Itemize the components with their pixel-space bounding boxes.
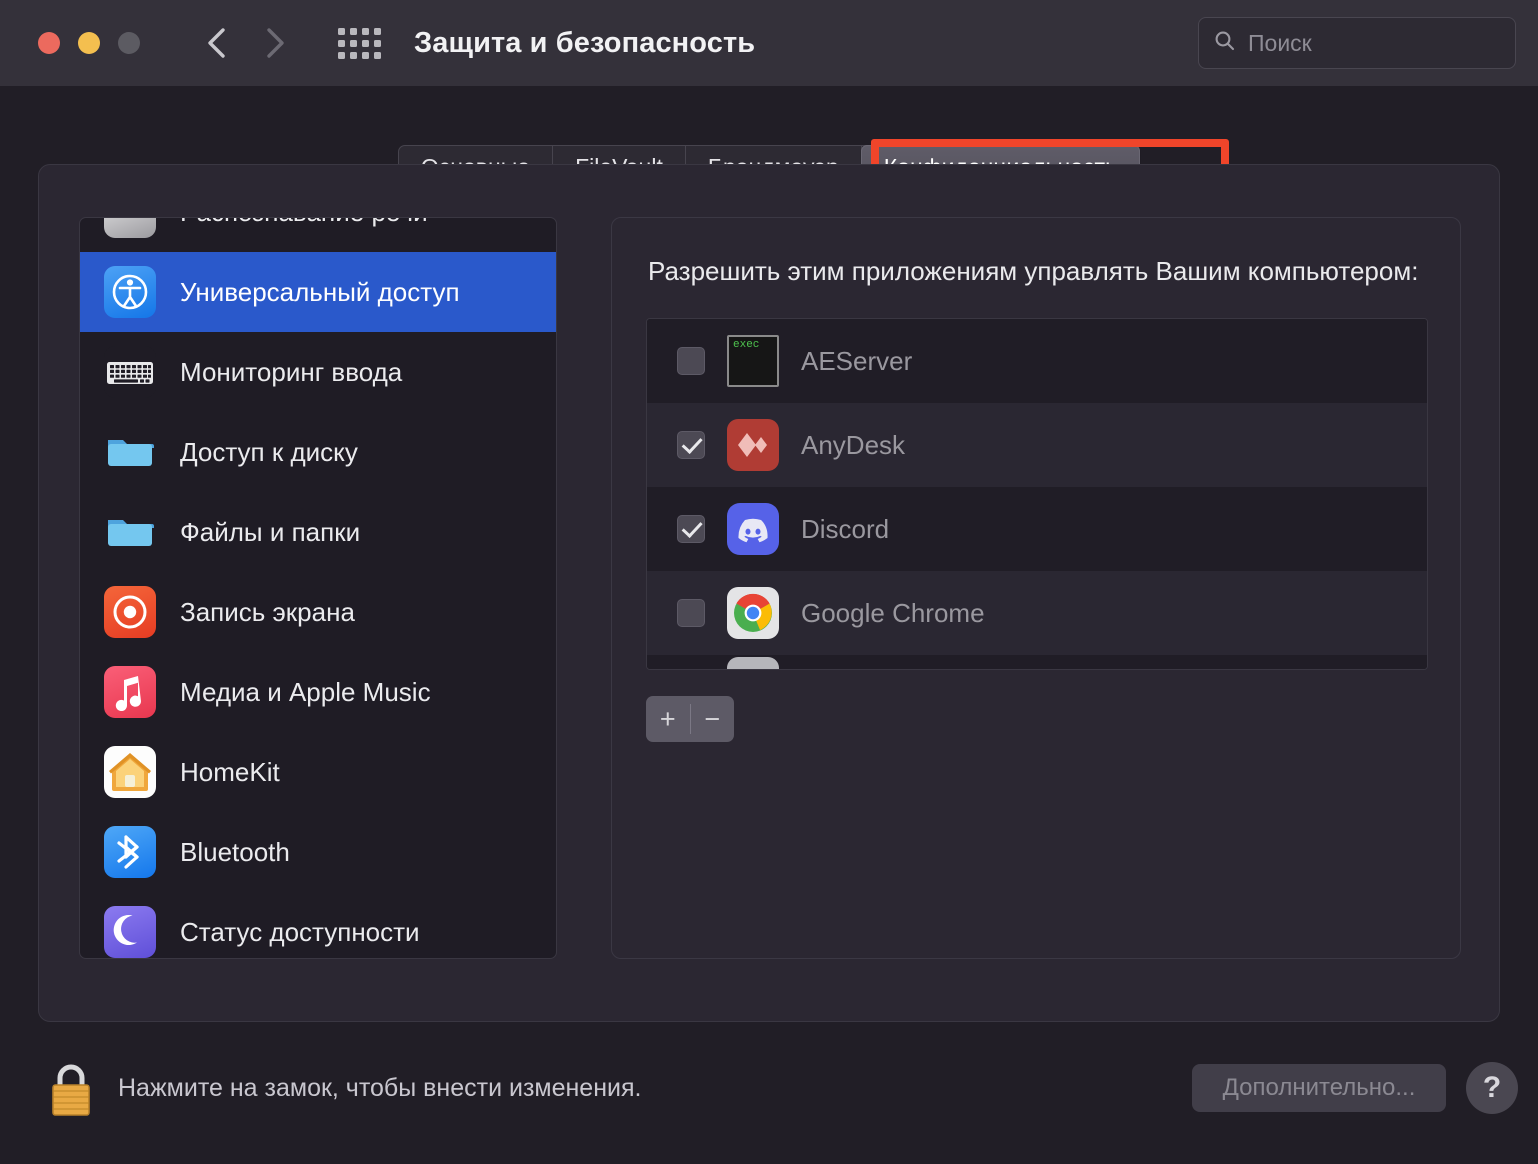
screen-recording-icon <box>104 586 156 638</box>
sidebar-item-media-apple-music[interactable]: Медиа и Apple Music <box>80 652 556 732</box>
table-row-partial[interactable] <box>647 655 1427 669</box>
app-checkbox[interactable] <box>677 347 705 375</box>
discord-icon <box>727 503 779 555</box>
app-checkbox[interactable] <box>677 431 705 459</box>
anydesk-icon <box>727 419 779 471</box>
app-checkbox[interactable] <box>677 515 705 543</box>
table-row[interactable]: Discord <box>647 487 1427 571</box>
show-all-preferences-button[interactable] <box>336 20 382 66</box>
sidebar-item-label: Запись экрана <box>180 596 355 627</box>
sidebar-item-label: HomeKit <box>180 756 280 787</box>
table-row[interactable]: exec AEServer <box>647 319 1427 403</box>
search-field[interactable] <box>1198 17 1516 69</box>
app-name: AnyDesk <box>801 429 906 460</box>
back-button[interactable] <box>198 21 238 65</box>
privacy-detail-panel: Разрешить этим приложениям управлять Ваш… <box>611 217 1461 959</box>
advanced-button[interactable]: Дополнительно... <box>1192 1064 1446 1112</box>
search-input[interactable] <box>1248 29 1488 57</box>
lock-closed-icon[interactable] <box>44 1060 98 1120</box>
app-icon-partial <box>727 657 779 669</box>
forward-button[interactable] <box>254 21 294 65</box>
folder-icon <box>104 506 156 558</box>
allowed-apps-table[interactable]: exec AEServer AnyDesk Discord Google Chr… <box>646 318 1428 670</box>
folder-icon <box>104 426 156 478</box>
zoom-button[interactable] <box>118 32 140 54</box>
sidebar-item-speech-recognition[interactable]: Распознавание речи <box>80 218 556 252</box>
page-title: Защита и безопасность <box>414 26 756 59</box>
app-name: Discord <box>801 513 890 544</box>
sidebar-item-screen-recording[interactable]: Запись экрана <box>80 572 556 652</box>
sidebar-item-label: Доступ к диску <box>180 436 358 467</box>
moon-icon <box>104 906 156 958</box>
keyboard-icon <box>104 346 156 398</box>
window-title-bar: Защита и безопасность <box>0 0 1538 86</box>
sidebar-item-availability-status[interactable]: Статус доступности <box>80 892 556 958</box>
bottom-bar: Нажмите на замок, чтобы внести изменения… <box>0 1022 1538 1164</box>
music-note-icon <box>104 666 156 718</box>
chrome-icon <box>727 587 779 639</box>
sidebar-item-bluetooth[interactable]: Bluetooth <box>80 812 556 892</box>
app-name: Google Chrome <box>801 597 985 628</box>
sidebar-item-label: Мониторинг ввода <box>180 356 403 387</box>
panel-heading: Разрешить этим приложениям управлять Ваш… <box>648 256 1419 286</box>
grid-icon <box>337 27 381 59</box>
sidebar-item-label: Медиа и Apple Music <box>180 676 431 707</box>
sidebar-item-homekit[interactable]: HomeKit <box>80 732 556 812</box>
sidebar-item-accessibility[interactable]: Универсальный доступ <box>80 252 556 332</box>
navigation-arrows <box>198 21 294 65</box>
app-checkbox[interactable] <box>677 599 705 627</box>
help-button[interactable]: ? <box>1466 1062 1518 1114</box>
search-icon <box>1213 29 1237 58</box>
bluetooth-icon <box>104 826 156 878</box>
sidebar-item-label: Статус доступности <box>180 916 420 947</box>
sidebar-item-label: Универсальный доступ <box>180 276 460 307</box>
close-button[interactable] <box>38 32 60 54</box>
sidebar-item-label: Bluetooth <box>180 836 290 867</box>
sidebar-item-full-disk-access[interactable]: Доступ к диску <box>80 412 556 492</box>
remove-app-button[interactable]: − <box>691 696 735 742</box>
lock-hint-text: Нажмите на замок, чтобы внести изменения… <box>118 1074 642 1102</box>
traffic-lights <box>38 32 140 54</box>
table-row[interactable]: AnyDesk <box>647 403 1427 487</box>
minimize-button[interactable] <box>78 32 100 54</box>
speech-recognition-icon <box>104 218 156 238</box>
sidebar-item-input-monitoring[interactable]: Мониторинг ввода <box>80 332 556 412</box>
app-name: AEServer <box>801 345 913 376</box>
add-app-button[interactable]: + <box>646 696 690 742</box>
accessibility-icon <box>104 266 156 318</box>
table-row[interactable]: Google Chrome <box>647 571 1427 655</box>
sidebar-item-label: Распознавание речи <box>180 218 428 228</box>
privacy-category-list[interactable]: Распознавание речи Универсальный доступ <box>79 217 557 959</box>
sidebar-item-label: Файлы и папки <box>180 516 361 547</box>
preferences-content-panel: Распознавание речи Универсальный доступ <box>38 164 1500 1022</box>
add-remove-segmented-control[interactable]: + − <box>646 696 734 742</box>
sidebar-item-files-and-folders[interactable]: Файлы и папки <box>80 492 556 572</box>
exec-terminal-icon: exec <box>727 335 779 387</box>
home-icon <box>104 746 156 798</box>
